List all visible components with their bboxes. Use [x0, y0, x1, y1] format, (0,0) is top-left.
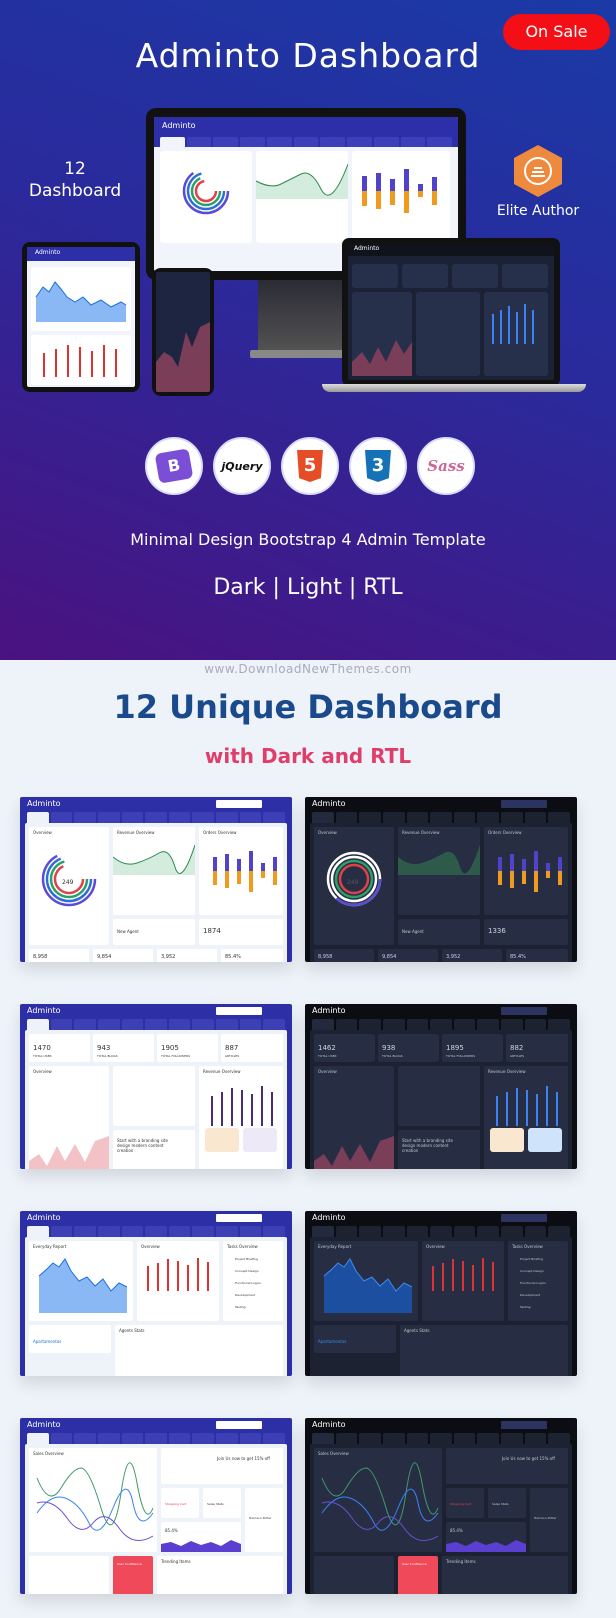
monitor-stand — [258, 280, 348, 355]
nav-tabs[interactable] — [305, 812, 577, 823]
elite-author-label: Elite Author — [496, 203, 580, 219]
elite-author-badge: Elite Author — [490, 145, 586, 219]
revenue-panel: Revenue Overview — [398, 827, 480, 915]
theme-modes: Dark | Light | RTL — [213, 575, 403, 600]
kpi-card: 1470 TOTAL USER — [29, 1034, 90, 1062]
screenshot-light-1[interactable]: Adminto Overview 249 Revenue Overview Or… — [20, 797, 292, 962]
screenshot-light-3[interactable]: Adminto Everyday Report Overview Tasks O… — [20, 1211, 292, 1376]
hero-banner: On Sale Adminto Dashboard 12 Dashboard E… — [0, 0, 616, 660]
orders-panel: Orders Overview — [199, 827, 283, 915]
revenue-panel: Revenue Overview — [199, 1066, 283, 1169]
section-subtitle: with Dark and RTL — [204, 744, 412, 768]
search-input[interactable] — [501, 1007, 547, 1015]
search-input[interactable] — [216, 1214, 262, 1222]
screenshot-light-4[interactable]: Adminto Sales Overview Join Us now to ge… — [20, 1418, 292, 1594]
section-title: 12 Unique Dashboard — [113, 688, 503, 726]
hero-title: Adminto Dashboard — [135, 36, 481, 75]
kpi-card: 1905 TOTAL FOLLOWERS — [157, 1034, 218, 1062]
nav-tabs[interactable] — [305, 1226, 577, 1237]
phone-mockup — [152, 268, 214, 396]
css3-icon: 3 — [349, 437, 407, 495]
app-logo: Adminto — [312, 799, 346, 808]
dashboard-count-number: 12 — [64, 159, 86, 179]
revenue-area-chart — [256, 163, 348, 199]
sass-icon: Sass — [417, 437, 475, 495]
phone-area-chart — [156, 322, 210, 392]
device-app-logo: Adminto — [35, 249, 61, 256]
tablet-bar-chart — [43, 345, 117, 377]
search-input[interactable] — [216, 1007, 262, 1015]
nav-tabs[interactable] — [20, 812, 292, 823]
dashboard-count-label: Dashboard — [28, 181, 122, 201]
search-input[interactable] — [216, 1421, 262, 1429]
laptop-area-chart — [352, 340, 412, 376]
tablet-mockup: Adminto — [22, 242, 140, 392]
revenue-card — [256, 151, 348, 243]
screenshot-light-2[interactable]: Adminto 1470 TOTAL USER 943 TOTAL BLOGS 19… — [20, 1004, 292, 1169]
screenshot-dark-3[interactable]: Adminto Everyday Report Overview Tasks O… — [305, 1211, 577, 1376]
donut-chart — [326, 851, 382, 907]
tablet-area-chart — [35, 281, 127, 322]
kpi-card: 943 TOTAL BLOGS — [93, 1034, 154, 1062]
orders-bar-chart — [362, 169, 437, 213]
donut-chart — [41, 851, 97, 907]
donut-value: 249 — [62, 879, 74, 886]
search-input[interactable] — [216, 800, 262, 808]
overview-panel: Overview — [29, 1066, 109, 1169]
elite-author-icon — [514, 145, 562, 197]
app-logo: Adminto — [27, 799, 61, 808]
orders-panel: Orders Overview — [484, 827, 568, 915]
bootstrap-icon: B — [145, 437, 203, 495]
screenshot-dark-2[interactable]: Adminto 1462 TOTAL USER 938 TOTAL BLOGS 18… — [305, 1004, 577, 1169]
jquery-icon: jQuery — [213, 437, 271, 495]
donut-chart — [182, 167, 230, 215]
overview-panel: Overview 249 — [314, 827, 394, 945]
hero-subtitle: Minimal Design Bootstrap 4 Admin Templat… — [130, 530, 486, 549]
search-input[interactable] — [501, 1421, 547, 1429]
search-input[interactable] — [501, 800, 547, 808]
nav-tabs[interactable] — [305, 1019, 577, 1030]
laptop-mockup: Adminto — [342, 238, 560, 386]
nav-tabs[interactable] — [305, 1433, 577, 1444]
overview-panel: Overview 249 — [29, 827, 109, 945]
screenshot-dark-1[interactable]: Adminto Overview 249 Revenue Overview Or… — [305, 797, 577, 962]
revenue-panel: Revenue Overview — [113, 827, 195, 915]
laptop-base — [322, 384, 586, 392]
revenue-area-chart — [113, 844, 195, 875]
orders-bar-chart — [213, 851, 277, 892]
screenshot-dark-4[interactable]: Adminto Sales Overview Join Us now to ge… — [305, 1418, 577, 1594]
dashboard-count: 12 Dashboard — [20, 158, 130, 202]
html5-icon: 5 — [281, 437, 339, 495]
nav-tabs[interactable] — [20, 1019, 292, 1030]
device-app-logo: Adminto — [162, 121, 196, 130]
search-input[interactable] — [501, 1214, 547, 1222]
watermark: www.DownloadNewThemes.com — [204, 662, 412, 676]
monitor-stand-base — [250, 350, 356, 358]
device-app-logo: Adminto — [354, 245, 380, 252]
orders-card — [352, 151, 450, 243]
overview-card — [160, 151, 252, 243]
kpi-card: 887 ARTICLES — [221, 1034, 283, 1062]
laptop-bar-chart — [492, 304, 534, 344]
nav-tabs[interactable] — [20, 1226, 292, 1237]
nav-tabs[interactable] — [20, 1433, 292, 1444]
user-count: 1874 — [203, 927, 221, 935]
